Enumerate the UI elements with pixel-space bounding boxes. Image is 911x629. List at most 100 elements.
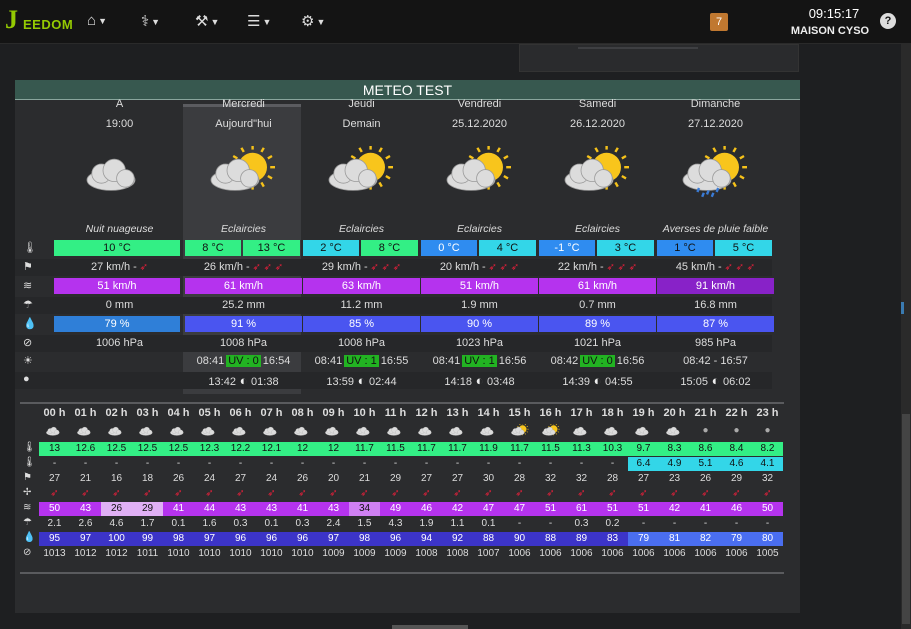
menu-tools[interactable]: ⚒ ▼ <box>195 12 219 30</box>
hour-label: 09 h <box>322 407 345 419</box>
hour-pressure: 1010 <box>167 548 190 559</box>
wind-direction-icon: ➶ <box>614 262 627 273</box>
scrollbar-thumb[interactable] <box>902 414 910 624</box>
help-icon[interactable]: ? <box>880 13 896 29</box>
hour-temp-feel: 6.4 <box>628 457 659 471</box>
stethoscope-icon: ⚕ <box>141 13 150 30</box>
hour-wind: 32 <box>761 473 774 484</box>
hour-gust: 43 <box>318 502 349 516</box>
hour-pressure: 1008 <box>415 548 438 559</box>
wind-direction-icon: ➶ <box>267 488 276 499</box>
hour-wind: 28 <box>513 473 526 484</box>
wind-speed: 29 km/h - ➶ ➶ ➶ <box>303 259 420 276</box>
hour-pressure: 1010 <box>229 548 252 559</box>
hour-gust: 34 <box>349 502 380 516</box>
hour-pressure: 1006 <box>508 548 531 559</box>
sunset-time: 16:55 <box>380 355 409 367</box>
hour-rain: 0.1 <box>171 518 186 529</box>
moon-phase-icon: ◐ <box>471 373 488 388</box>
scroll-marker <box>901 302 904 314</box>
wind-gust: 61 km/h <box>539 278 656 294</box>
hour-temp: 11.7 <box>349 442 380 456</box>
hour-wind: 27 <box>451 473 464 484</box>
rain-amount: 25.2 mm <box>222 299 265 311</box>
uv-index: UV : 1 <box>462 355 497 367</box>
day-title: A <box>115 98 124 110</box>
hour-temp-feel: - <box>300 458 305 469</box>
hour-temp-feel: - <box>455 458 460 469</box>
chevron-down-icon: ▼ <box>210 17 220 28</box>
moon-phase-icon: ◐ <box>235 373 252 388</box>
menu-settings[interactable]: ⚙ ▼ <box>301 12 325 30</box>
menu-plugins[interactable]: ☰ ▼ <box>247 12 271 30</box>
temp-min: 8 °C <box>185 240 241 256</box>
hour-pressure: 1010 <box>198 548 221 559</box>
hour-humidity: 100 <box>101 532 132 546</box>
hour-gust: 42 <box>659 502 690 516</box>
widget-title[interactable]: METEO TEST <box>15 80 800 100</box>
hour-gust: 51 <box>597 502 628 516</box>
hour-temp-feel: - <box>52 458 57 469</box>
hour-rain: - <box>703 518 708 529</box>
jeedom-logo[interactable]: J EEDOM <box>5 5 73 35</box>
hour-label: 14 h <box>477 407 500 419</box>
hour-rain: 0.3 <box>295 518 310 529</box>
uv-index: UV : 1 <box>344 355 379 367</box>
sunrise-time: 08:42 <box>550 355 579 367</box>
wind-text: 45 km/h - <box>675 261 722 273</box>
hour-humidity: 88 <box>473 532 504 546</box>
wind-gust-icon: ≋ <box>23 502 32 513</box>
hour-gust: 50 <box>39 502 70 516</box>
notification-badge[interactable]: 7 <box>710 13 728 31</box>
menu-analysis[interactable]: ⚕ ▼ <box>141 12 160 30</box>
temp-min: 2 °C <box>303 240 359 256</box>
hour-rain: 1.6 <box>202 518 217 529</box>
temp-max: 8 °C <box>361 240 418 256</box>
hour-wind: 21 <box>79 473 92 484</box>
hour-label: 08 h <box>291 407 314 419</box>
moonrise-time: 13:59 <box>326 376 354 388</box>
cloud-icon <box>101 424 132 438</box>
hour-rain: 2.4 <box>326 518 341 529</box>
hour-pressure: 1009 <box>322 548 345 559</box>
sun-times: 08:42 UV : 0 16:56 <box>539 353 656 370</box>
wind-direction-icon: ➶ <box>391 488 400 499</box>
hour-humidity: 89 <box>566 532 597 546</box>
wind-direction-icon: ➶ <box>112 488 121 499</box>
hour-humidity: 88 <box>535 532 566 546</box>
cloud-icon <box>566 424 597 438</box>
moon-times: 15:05 ◐ 06:02 <box>657 372 774 389</box>
hour-temp: 11.5 <box>535 442 566 456</box>
list-icon: ☰ <box>247 13 261 30</box>
wind-text: 22 km/h - <box>557 261 604 273</box>
moon-times: 14:39 ◐ 04:55 <box>539 372 656 389</box>
menu-home[interactable]: ⌂ ▼ <box>87 12 107 29</box>
hour-wind: 26 <box>699 473 712 484</box>
hour-label: 22 h <box>725 407 748 419</box>
hour-pressure: 1006 <box>570 548 593 559</box>
hour-temp: 11.7 <box>442 442 473 456</box>
hour-label: 05 h <box>198 407 221 419</box>
page-scrollbar[interactable] <box>901 44 911 629</box>
wind-direction-icon: ➶ <box>378 262 391 273</box>
wind-speed: 26 km/h - ➶ ➶ ➶ <box>185 259 302 276</box>
hour-temp-feel: - <box>579 458 584 469</box>
hour-pressure: 1011 <box>136 548 159 559</box>
hour-wind: 23 <box>668 473 681 484</box>
cloud-icon <box>256 424 287 438</box>
clock: 09:15:17 <box>808 6 860 21</box>
hour-temp: 12.3 <box>194 442 225 456</box>
cloud-icon <box>194 424 225 438</box>
moon-icon: ● <box>733 425 740 436</box>
hour-gust: 43 <box>225 502 256 516</box>
home-icon: ⌂ <box>87 12 97 29</box>
hour-gust: 41 <box>287 502 318 516</box>
wind-direction-icon: ➶ <box>508 262 520 273</box>
hour-pressure: 1010 <box>291 548 314 559</box>
sun-times: 08:41 UV : 1 16:55 <box>303 353 420 370</box>
hour-temp: 13 <box>39 442 70 456</box>
hour-temp: 8.4 <box>721 442 752 456</box>
windsock-icon: ⚑ <box>23 472 32 483</box>
sunset-time: 16:56 <box>616 355 645 367</box>
hour-wind: 29 <box>389 473 402 484</box>
